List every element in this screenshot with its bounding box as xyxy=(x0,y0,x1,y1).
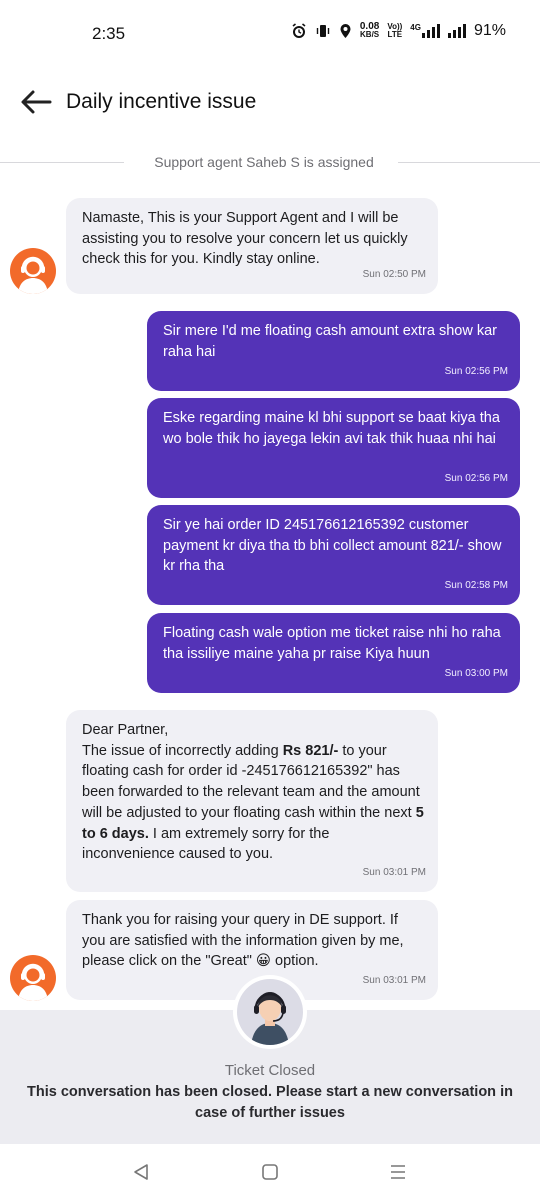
outgoing-message: Sir mere I'd me floating cash amount ext… xyxy=(147,311,520,391)
nav-home-button[interactable] xyxy=(258,1160,282,1184)
message-text: Thank you for raising your query in DE s… xyxy=(82,912,404,970)
message-text: Eske regarding maine kl bhi support se b… xyxy=(163,410,500,447)
message-bold-amount: Rs 821/- xyxy=(282,742,339,759)
agent-avatar-icon xyxy=(10,248,56,294)
system-nav-bar xyxy=(0,1144,540,1200)
net-speed-unit: KB/S xyxy=(360,30,380,39)
nav-back-icon xyxy=(134,1164,148,1180)
volte-bottom: LTE xyxy=(387,30,403,39)
agent-assigned-divider: Support agent Saheb S is assigned xyxy=(0,152,540,174)
page-title: Daily incentive issue xyxy=(66,90,257,113)
agent-avatar-icon xyxy=(10,955,56,1001)
agent-large-avatar xyxy=(233,975,307,1049)
message-time: Sun 02:58 PM xyxy=(444,580,508,592)
message-text: Sir mere I'd me floating cash amount ext… xyxy=(163,323,497,360)
ticket-closed-title: Ticket Closed xyxy=(224,1062,316,1079)
ticket-closed-message: This conversation has been closed. Pleas… xyxy=(27,1084,513,1121)
message-greeting: Dear Partner, xyxy=(82,722,169,738)
message-text: Namaste, This is your Support Agent and … xyxy=(82,210,408,268)
nav-recents-icon xyxy=(391,1165,405,1179)
incoming-message: Dear Partner, The issue of incorrectly a… xyxy=(66,710,438,892)
status-time: 2:35 xyxy=(92,24,126,43)
message-time: Sun 03:01 PM xyxy=(362,975,426,987)
nav-home-icon xyxy=(262,1164,278,1180)
signal-icon: 4G xyxy=(410,24,440,38)
message-text: The issue of incorrectly adding xyxy=(82,742,283,759)
chat-header: Daily incentive issue xyxy=(0,78,540,126)
message-time: Sun 02:56 PM xyxy=(444,473,508,485)
location-icon xyxy=(339,23,352,39)
message-time: Sun 02:50 PM xyxy=(362,269,426,281)
status-icons: 0.08 KB/S Vo)) LTE 4G 91% xyxy=(291,22,506,40)
divider-line-right xyxy=(398,162,540,163)
outgoing-message: Sir ye hai order ID 245176612165392 cust… xyxy=(147,505,520,605)
incoming-message: Namaste, This is your Support Agent and … xyxy=(66,198,438,294)
agent-avatar-icon xyxy=(237,979,303,1045)
volte-badge: Vo)) LTE xyxy=(387,23,402,39)
signal-icon-2 xyxy=(447,24,466,38)
message-time: Sun 03:00 PM xyxy=(444,668,508,680)
status-bar: 2:35 0.08 KB/S Vo)) LTE 4G 91% xyxy=(0,0,540,68)
back-arrow-icon xyxy=(21,90,52,114)
message-time: Sun 02:56 PM xyxy=(444,366,508,378)
outgoing-message: Eske regarding maine kl bhi support se b… xyxy=(147,398,520,498)
message-text: Sir ye hai order ID 245176612165392 cust… xyxy=(163,517,502,575)
message-text: Floating cash wale option me ticket rais… xyxy=(163,625,501,662)
battery-level: 91% xyxy=(473,22,506,39)
network-type: 4G xyxy=(410,23,421,32)
back-button[interactable] xyxy=(16,82,56,122)
nav-back-button[interactable] xyxy=(129,1160,153,1184)
outgoing-message: Floating cash wale option me ticket rais… xyxy=(147,613,520,693)
net-speed: 0.08 KB/S xyxy=(360,22,380,39)
message-time: Sun 03:01 PM xyxy=(362,867,426,879)
alarm-icon xyxy=(291,23,307,39)
nav-recents-button[interactable] xyxy=(386,1160,410,1184)
vibrate-icon xyxy=(315,23,331,39)
